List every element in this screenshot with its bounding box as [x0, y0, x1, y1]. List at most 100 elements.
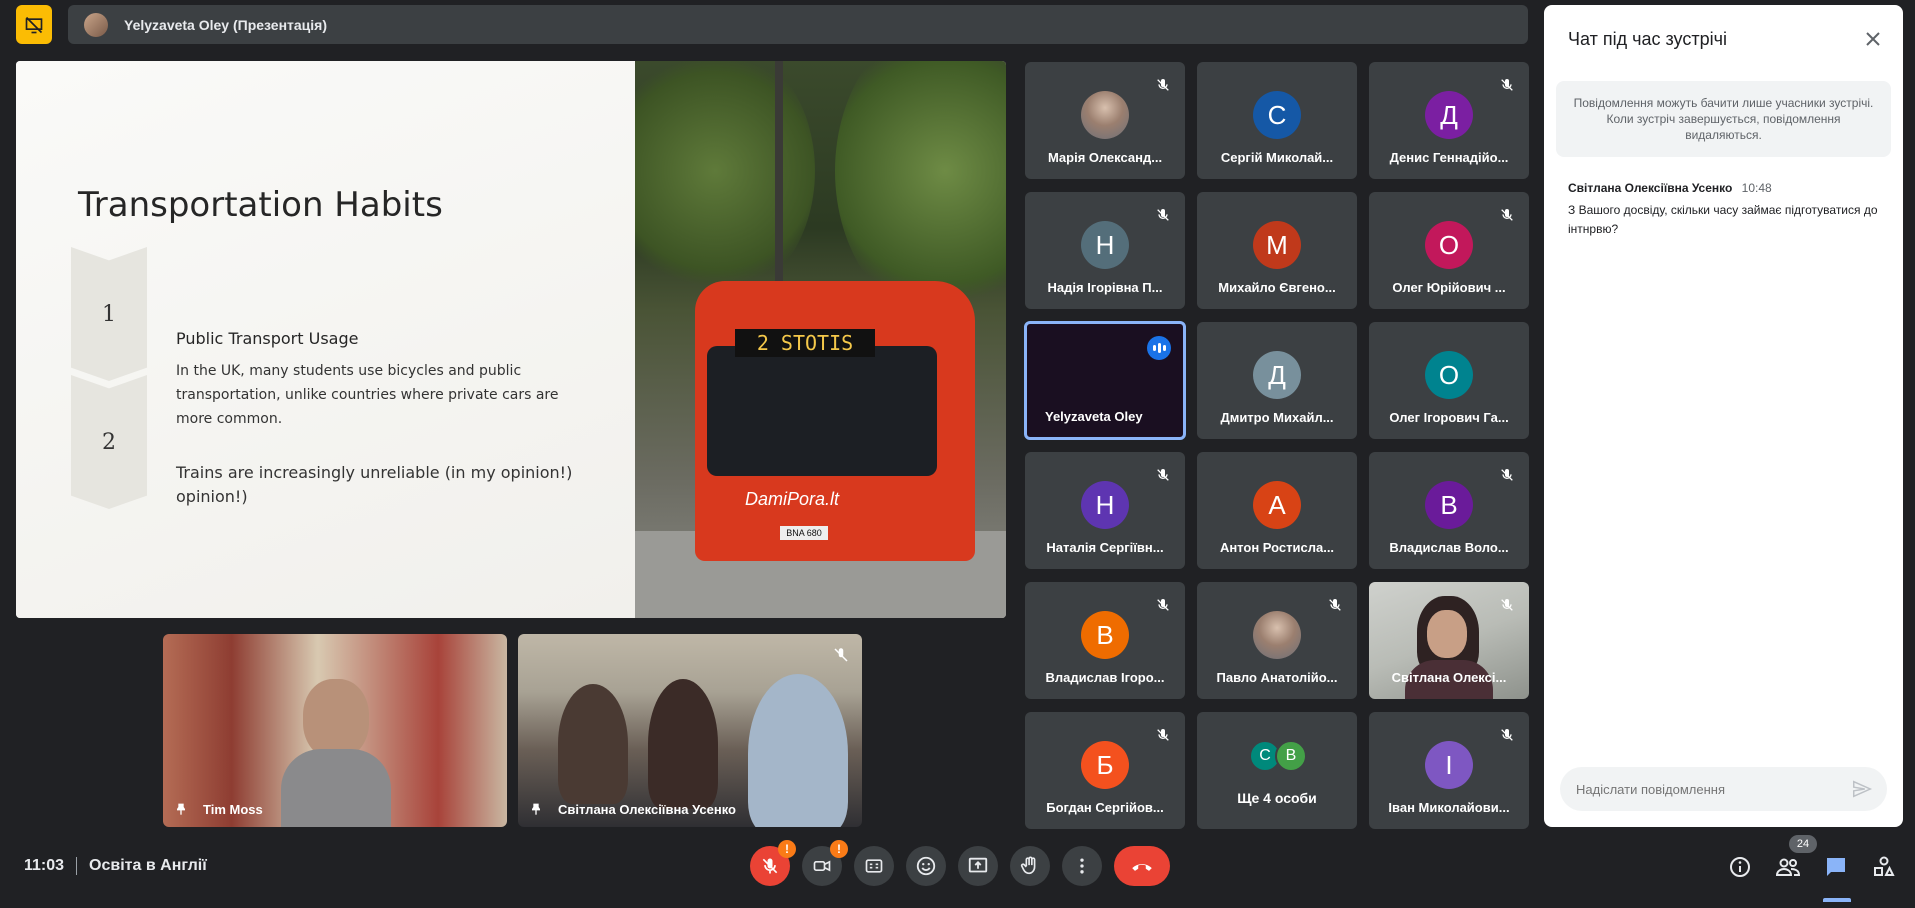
avatar: Д	[1253, 351, 1301, 399]
pinned-tile-svitlana[interactable]: Світлана Олексіївна Усенко	[518, 634, 862, 827]
participant-tile[interactable]: Н Наталія Сергіївн...	[1025, 452, 1185, 569]
avatar: О	[1425, 221, 1473, 269]
chat-icon	[1827, 858, 1845, 876]
mic-off-icon	[1155, 597, 1171, 613]
participant-tile[interactable]: В Владислав Ігоро...	[1025, 582, 1185, 699]
participant-name: Владислав Воло...	[1389, 540, 1509, 555]
mic-off-icon	[762, 858, 778, 874]
participant-name: Марія Олександ...	[1047, 150, 1163, 165]
slide-item-heading: Trains are increasingly unreliable (in m…	[176, 463, 573, 506]
slide-title: Transportation Habits	[78, 185, 443, 225]
present-screen-icon	[968, 857, 988, 873]
pinned-participant-name: Tim Moss	[203, 801, 263, 817]
participant-tile[interactable]: С Сергій Миколай...	[1197, 62, 1357, 179]
avatar: І	[1425, 741, 1473, 789]
presentation-bar[interactable]: Yelyzaveta Oley (Презентація)	[68, 5, 1528, 44]
trolleybus-photo: 2 STOTIS DamiPora.lt BNA 680	[635, 61, 1006, 618]
participant-video	[281, 679, 391, 827]
participant-count-badge: 24	[1789, 835, 1817, 853]
mic-off-icon	[1155, 727, 1171, 743]
presenter-label: Yelyzaveta Oley (Презентація)	[124, 16, 328, 33]
pin-icon[interactable]	[173, 801, 189, 817]
slide-step-marker: 2	[71, 375, 147, 509]
leave-call-button[interactable]	[1114, 846, 1170, 886]
meeting-details-button[interactable]	[1727, 854, 1753, 880]
participant-tile[interactable]: Світлана Олексі...	[1369, 582, 1529, 699]
participant-name: Yelyzaveta Oley	[1045, 409, 1143, 424]
more-participants-tile[interactable]: С В Ще 4 особи	[1197, 712, 1357, 829]
slide-step-marker: 1	[71, 247, 147, 381]
people-button[interactable]	[1775, 854, 1801, 880]
meeting-title: Освіта в Англії	[89, 857, 207, 874]
avatar	[1081, 91, 1129, 139]
chat-title: Чат під час зустрічі	[1568, 29, 1727, 49]
activities-icon	[1874, 856, 1895, 876]
mic-off-icon	[1499, 597, 1515, 613]
bus-destination-sign: 2 STOTIS	[735, 329, 875, 357]
participant-name: Михайло Євгено...	[1218, 280, 1336, 295]
emoji-icon	[916, 856, 936, 876]
mic-off-icon	[1155, 77, 1171, 93]
speaking-indicator-icon	[1147, 336, 1171, 360]
avatar: С	[1253, 91, 1301, 139]
participant-tile[interactable]: А Антон Ростисла...	[1197, 452, 1357, 569]
presentation-slide: Transportation Habits 1 2 Public Transpo…	[16, 61, 1006, 618]
participant-tile[interactable]: М Михайло Євгено...	[1197, 192, 1357, 309]
participant-tile[interactable]: О Олег Ігорович Га...	[1369, 322, 1529, 439]
presenter-avatar	[84, 12, 108, 37]
participant-name: Наталія Сергіївн...	[1046, 540, 1164, 555]
participant-name: Павло Анатолійо...	[1216, 670, 1338, 685]
participant-tile[interactable]: В Владислав Воло...	[1369, 452, 1529, 569]
captions-button[interactable]	[854, 846, 894, 886]
participant-name: Богдан Сергійов...	[1046, 800, 1164, 815]
chat-message-input[interactable]	[1560, 767, 1887, 811]
avatar: О	[1425, 351, 1473, 399]
avatar: Б	[1081, 741, 1129, 789]
participant-name: Денис Геннадійо...	[1389, 150, 1509, 165]
warning-badge: !	[778, 840, 796, 858]
participant-tile[interactable]: Н Надія Ігорівна П...	[1025, 192, 1185, 309]
pinned-tile-tim-moss[interactable]: Tim Moss	[163, 634, 507, 827]
close-icon[interactable]	[1861, 27, 1885, 51]
participant-tile[interactable]: Д Дмитро Михайл...	[1197, 322, 1357, 439]
meeting-info: 11:03 Освіта в Англії	[24, 857, 207, 875]
mic-off-icon	[1499, 207, 1515, 223]
mic-off-icon	[1155, 467, 1171, 483]
pin-icon[interactable]	[528, 801, 544, 817]
camera-off-icon	[813, 860, 831, 872]
participant-tile[interactable]: Д Денис Геннадійо...	[1369, 62, 1529, 179]
chat-button[interactable]	[1823, 854, 1849, 880]
participant-tile[interactable]: Марія Олександ...	[1025, 62, 1185, 179]
camera-toggle-button[interactable]: !	[802, 840, 848, 886]
slide-text-area: Transportation Habits 1 2 Public Transpo…	[16, 61, 635, 618]
activities-button[interactable]	[1871, 854, 1897, 880]
participant-tile[interactable]: І Іван Миколайови...	[1369, 712, 1529, 829]
participant-name: Владислав Ігоро...	[1045, 670, 1165, 685]
avatar: Н	[1081, 221, 1129, 269]
avatar: В	[1081, 611, 1129, 659]
raise-hand-button[interactable]	[1010, 846, 1050, 886]
participant-tile[interactable]: Б Богдан Сергійов...	[1025, 712, 1185, 829]
chat-active-indicator	[1823, 898, 1851, 902]
mic-toggle-button[interactable]: !	[750, 840, 796, 886]
chat-message-header: Світлана Олексіївна Усенко 10:48	[1568, 181, 1772, 195]
presentation-off-icon[interactable]	[16, 5, 52, 44]
participant-tile[interactable]: О Олег Юрійович ...	[1369, 192, 1529, 309]
participant-name: Дмитро Михайл...	[1220, 410, 1334, 425]
present-screen-button[interactable]	[958, 846, 998, 886]
pinned-participant-name: Світлана Олексіївна Усенко	[558, 801, 737, 817]
chat-panel: Чат під час зустрічі Повідомлення можуть…	[1544, 5, 1903, 827]
send-icon[interactable]	[1851, 778, 1873, 800]
participant-tile[interactable]: Yelyzaveta Oley	[1024, 321, 1186, 440]
hangup-icon	[1132, 864, 1152, 871]
people-icon	[1775, 858, 1801, 876]
chat-notice: Повідомлення можуть бачити лише учасники…	[1556, 81, 1891, 157]
emoji-button[interactable]	[906, 846, 946, 886]
bus-plate: BNA 680	[780, 526, 828, 540]
more-options-button[interactable]	[1062, 846, 1102, 886]
participant-name: Іван Миколайови...	[1388, 800, 1510, 815]
avatar: Н	[1081, 481, 1129, 529]
participant-tile[interactable]: Павло Анатолійо...	[1197, 582, 1357, 699]
mic-off-icon	[1499, 467, 1515, 483]
message-text: З Вашого досвіду, скільки часу займає пі…	[1568, 203, 1878, 236]
